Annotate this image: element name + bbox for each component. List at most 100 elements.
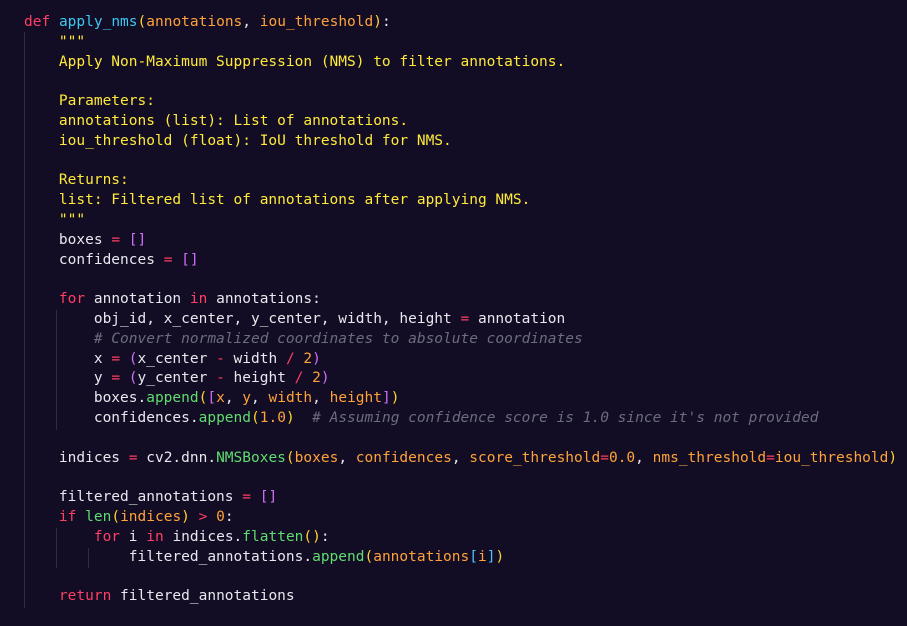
code-token: ) (312, 350, 321, 367)
code-line[interactable]: Apply Non-Maximum Suppression (NMS) to f… (24, 52, 565, 72)
code-token: x (216, 390, 225, 407)
code-token: : (224, 509, 234, 525)
code-token: - (216, 370, 225, 387)
code-token: confidences (24, 251, 164, 268)
code-token: 0 (216, 509, 225, 525)
code-line[interactable]: filtered_annotations.append(annotations[… (24, 547, 504, 567)
code-token: iou_threshold (259, 14, 374, 30)
code-token: cv2.dnn. (137, 449, 217, 466)
code-token: if (58, 509, 77, 525)
code-token: ( (285, 449, 295, 466)
code-token: append (146, 390, 199, 407)
code-token: [] (259, 489, 278, 506)
code-token: boxes (24, 231, 112, 248)
code-token: ( (128, 350, 138, 367)
code-token: height (329, 390, 382, 407)
code-token: flatten (242, 528, 304, 545)
code-token: = (460, 311, 470, 327)
code-line[interactable]: Returns: (24, 170, 129, 190)
code-token: # Assuming confidence score is 1.0 since… (312, 410, 819, 426)
code-line[interactable]: indices = cv2.dnn.NMSBoxes(boxes, confid… (24, 448, 897, 468)
code-line[interactable]: Parameters: (24, 91, 155, 111)
code-token: y (242, 390, 252, 407)
code-line[interactable]: return filtered_annotations (24, 586, 295, 606)
code-line[interactable]: confidences.append(1.0) # Assuming confi… (24, 408, 819, 428)
code-token: append (312, 548, 365, 565)
code-token: score_threshold (469, 449, 601, 466)
code-token: annotations: (207, 291, 321, 308)
code-token: ( (251, 410, 260, 426)
code-line[interactable]: # Convert normalized coordinates to abso… (24, 329, 583, 349)
code-token: = (766, 449, 775, 466)
code-token: = (242, 489, 251, 506)
code-line[interactable]: x = (x_center - width / 2) (24, 349, 321, 369)
code-line[interactable]: obj_id, x_center, y_center, width, heigh… (24, 309, 565, 329)
code-token: 2 (312, 370, 321, 387)
code-token: annotations (146, 14, 243, 30)
code-line[interactable]: list: Filtered list of annotations after… (24, 190, 530, 210)
code-line[interactable]: """ (24, 32, 85, 52)
code-token: ) (373, 14, 382, 30)
code-token: obj_id, x_center, y_center, width, heigh… (24, 311, 461, 327)
code-token: [] (128, 231, 147, 248)
code-token: annotation (85, 291, 190, 308)
code-token: filtered_annotations. (24, 548, 313, 565)
code-line[interactable]: for annotation in annotations: (24, 289, 321, 309)
code-token: i (477, 548, 487, 565)
code-token: ( (137, 14, 147, 30)
code-token: Returns: (58, 172, 129, 189)
code-line[interactable]: iou_threshold (float): IoU threshold for… (24, 131, 452, 151)
code-token: confidences. (24, 410, 199, 426)
code-token: ( (303, 528, 313, 545)
code-token: y (24, 370, 112, 387)
code-token: ) (312, 528, 321, 545)
code-token: filtered_annotations (111, 588, 295, 605)
code-token: len (85, 509, 112, 525)
code-line[interactable]: annotations (list): List of annotations. (24, 111, 408, 131)
code-token: Parameters: (58, 93, 155, 110)
code-line[interactable]: def apply_nms(annotations, iou_threshold… (24, 12, 391, 32)
code-token: ) (181, 509, 190, 525)
code-line[interactable]: boxes = [] (24, 230, 146, 250)
code-token: i (120, 528, 147, 545)
code-line[interactable]: confidences = [] (24, 250, 199, 270)
code-token: filtered_annotations (24, 489, 243, 506)
code-token: ) (320, 370, 330, 387)
code-token: return (58, 588, 112, 605)
code-token: boxes (294, 449, 339, 466)
code-token: annotations (373, 548, 470, 565)
code-editor[interactable]: def apply_nms(annotations, iou_threshold… (0, 0, 907, 626)
code-token: """ (58, 212, 86, 228)
code-token: ) (285, 410, 295, 426)
code-token: ) (888, 449, 898, 466)
code-token: iou_threshold (774, 449, 889, 466)
code-token: , (635, 449, 653, 466)
code-token: indices (120, 509, 182, 525)
code-line[interactable]: y = (y_center - height / 2) (24, 368, 330, 388)
code-token: in (189, 291, 208, 308)
code-line[interactable]: if len(indices) > 0: (24, 507, 234, 527)
code-line[interactable]: for i in indices.flatten(): (24, 527, 330, 547)
code-token: [ (207, 390, 217, 407)
code-line[interactable]: filtered_annotations = [] (24, 487, 277, 507)
code-token: ( (111, 509, 121, 525)
code-line[interactable]: """ (24, 210, 85, 230)
code-token: [] (181, 251, 199, 268)
code-token: list: Filtered list of annotations after… (58, 192, 531, 209)
code-token: NMSBoxes (216, 449, 286, 466)
code-line[interactable]: boxes.append([x, y, width, height]) (24, 388, 400, 408)
code-token: confidences (355, 449, 452, 466)
code-token: Apply Non-Maximum Suppression (NMS) to f… (58, 53, 566, 70)
